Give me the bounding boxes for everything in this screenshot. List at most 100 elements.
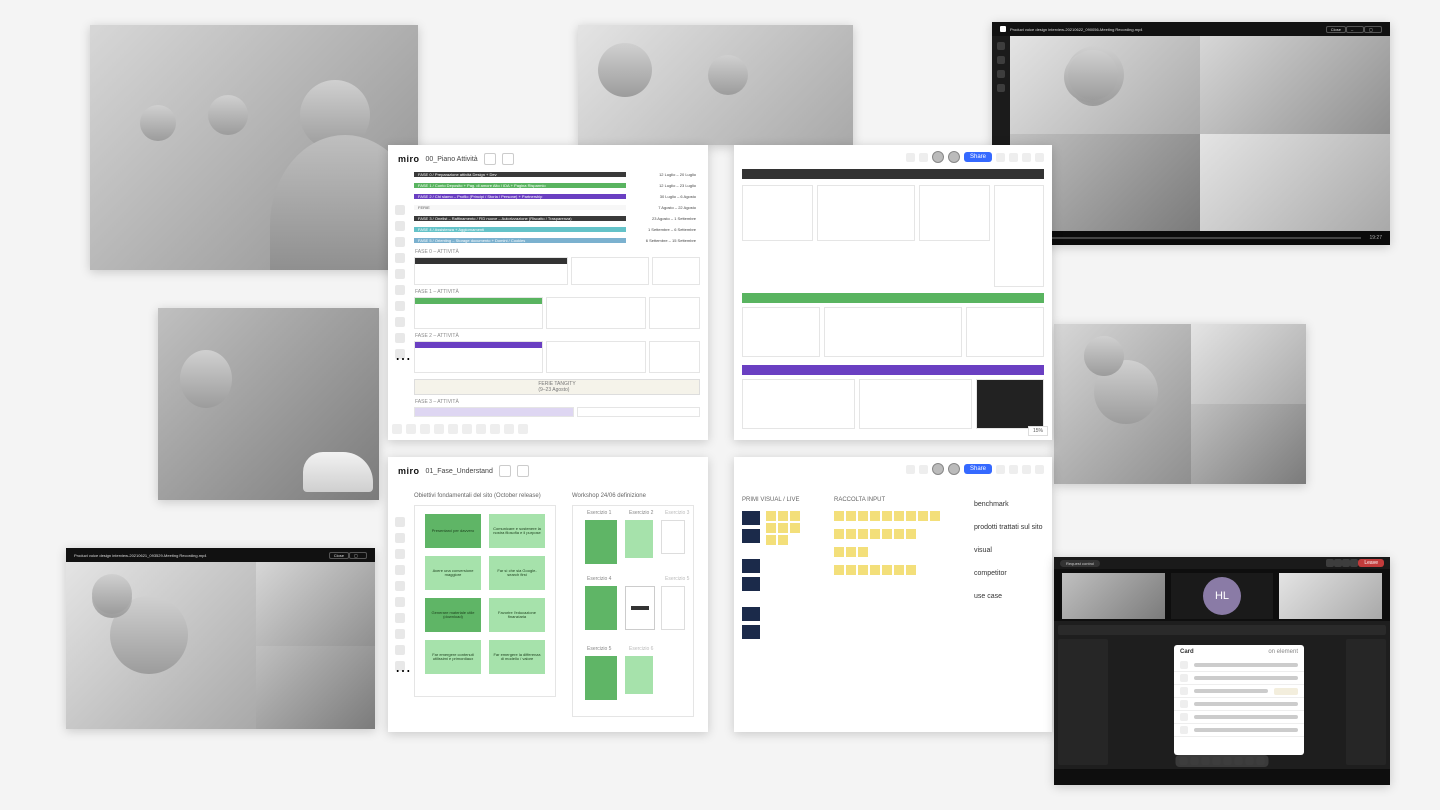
app-icon[interactable] [406, 424, 416, 434]
sidebar-icon[interactable] [997, 56, 1005, 64]
dock-icon[interactable] [1257, 757, 1265, 765]
frame-icon[interactable] [395, 317, 405, 327]
user-avatar[interactable] [948, 151, 960, 163]
frame-icon[interactable] [395, 629, 405, 639]
sticky-note[interactable]: Far sì che sia Google-search first [489, 556, 545, 590]
list-item[interactable] [1174, 711, 1304, 724]
sticky-note[interactable]: Presentarci per davvero [425, 514, 481, 548]
line-icon[interactable] [395, 581, 405, 591]
sticky-note[interactable]: Favorire l'educazione finanziaria [489, 598, 545, 632]
list-item[interactable] [1174, 698, 1304, 711]
export-icon[interactable] [499, 465, 511, 477]
dock-icon[interactable] [1213, 757, 1221, 765]
app-icon[interactable] [504, 424, 514, 434]
pen-icon[interactable] [395, 597, 405, 607]
card-action[interactable]: on element [1268, 649, 1298, 655]
request-control-button[interactable]: Request control [1060, 560, 1100, 567]
close-button[interactable]: Close [1326, 26, 1346, 33]
close-button[interactable]: Close [329, 552, 349, 559]
maximize-button[interactable]: ▢ [349, 552, 367, 559]
cursor-icon[interactable] [395, 205, 405, 215]
dock-icon[interactable] [1246, 757, 1254, 765]
share-button[interactable]: Share [964, 152, 992, 162]
settings-icon[interactable] [1035, 153, 1044, 162]
app-icon[interactable] [518, 424, 528, 434]
present-icon[interactable] [906, 153, 915, 162]
comment-icon[interactable] [395, 301, 405, 311]
export-icon[interactable] [502, 153, 514, 165]
board-menu-icon[interactable] [484, 153, 496, 165]
list-item[interactable] [1174, 685, 1304, 698]
dock-icon[interactable] [1235, 757, 1243, 765]
maximize-button[interactable]: ▢ [1364, 26, 1382, 33]
more-icon[interactable]: ⋯ [395, 349, 405, 359]
app-icon[interactable] [476, 424, 486, 434]
sticky-icon[interactable] [395, 237, 405, 247]
sticky-note[interactable]: Avere una conversione maggiore [425, 556, 481, 590]
sticky-note[interactable]: Far emergere contenuti utilissimi e prim… [425, 640, 481, 674]
app-icon[interactable] [448, 424, 458, 434]
timer-icon[interactable] [919, 465, 928, 474]
list-item[interactable] [1174, 672, 1304, 685]
search-icon[interactable] [1022, 153, 1031, 162]
more-icon[interactable]: ⋯ [395, 661, 405, 671]
sticky-note[interactable]: Comunicare e sostenere la nostra filosof… [489, 514, 545, 548]
app-icon[interactable] [392, 424, 402, 434]
upload-icon[interactable] [395, 333, 405, 343]
share-icon[interactable] [1342, 559, 1350, 567]
board-menu-icon[interactable] [517, 465, 529, 477]
chat-icon[interactable] [996, 465, 1005, 474]
text-icon[interactable] [395, 533, 405, 543]
dock-icon[interactable] [1180, 757, 1188, 765]
ferie-dates: (9–23 Agosto) [538, 387, 569, 393]
user-avatar[interactable] [948, 463, 960, 475]
miro-board-plan-b: Share [734, 145, 1052, 440]
present-icon[interactable] [906, 465, 915, 474]
text-icon[interactable] [395, 221, 405, 231]
sticky-icon[interactable] [395, 549, 405, 559]
upload-icon[interactable] [395, 645, 405, 655]
sidebar-icon[interactable] [997, 84, 1005, 92]
share-button[interactable]: Share [964, 464, 992, 474]
notify-icon[interactable] [1009, 153, 1018, 162]
app-icon[interactable] [462, 424, 472, 434]
mic-icon[interactable] [1334, 559, 1342, 567]
minimize-button[interactable]: – [1346, 26, 1364, 33]
shape-icon[interactable] [395, 253, 405, 263]
shape-icon[interactable] [395, 565, 405, 575]
section-label: benchmark [974, 501, 1044, 508]
frame-title: Obiettivi fondamentali del sito (October… [414, 493, 541, 499]
app-icon[interactable] [420, 424, 430, 434]
progress-bar[interactable] [1031, 237, 1361, 239]
pen-icon[interactable] [395, 285, 405, 295]
sidebar-icon[interactable] [997, 42, 1005, 50]
sidebar-icon[interactable] [997, 70, 1005, 78]
timer-icon[interactable] [919, 153, 928, 162]
zoom-level[interactable]: 15% [1028, 426, 1048, 436]
user-avatar[interactable] [932, 151, 944, 163]
user-avatar[interactable] [932, 463, 944, 475]
sticky-note[interactable]: Far emergere la differenza di modello / … [489, 640, 545, 674]
cursor-icon[interactable] [395, 517, 405, 527]
list-item[interactable] [1174, 724, 1304, 737]
chat-icon[interactable] [996, 153, 1005, 162]
settings-icon[interactable] [1035, 465, 1044, 474]
more-icon[interactable] [1350, 559, 1358, 567]
video-player-recording-b: Product voice design interview-20210621_… [66, 548, 375, 729]
comment-icon[interactable] [395, 613, 405, 623]
sticky-note[interactable]: Generare materiale utile (download) [425, 598, 481, 632]
app-icon[interactable] [434, 424, 444, 434]
dock-icon[interactable] [1224, 757, 1232, 765]
miro-toolbar: ⋯ [392, 517, 408, 671]
list-item[interactable] [1174, 659, 1304, 672]
plan-row: FASE 0 / Preparazione attività Design + … [414, 169, 700, 179]
notify-icon[interactable] [1009, 465, 1018, 474]
line-icon[interactable] [395, 269, 405, 279]
app-icon[interactable] [490, 424, 500, 434]
leave-button[interactable]: Leave [1358, 559, 1384, 567]
camera-icon[interactable] [1326, 559, 1334, 567]
dock-icon[interactable] [1191, 757, 1199, 765]
dock-icon[interactable] [1202, 757, 1210, 765]
avatar-initials: HL [1203, 577, 1241, 615]
search-icon[interactable] [1022, 465, 1031, 474]
